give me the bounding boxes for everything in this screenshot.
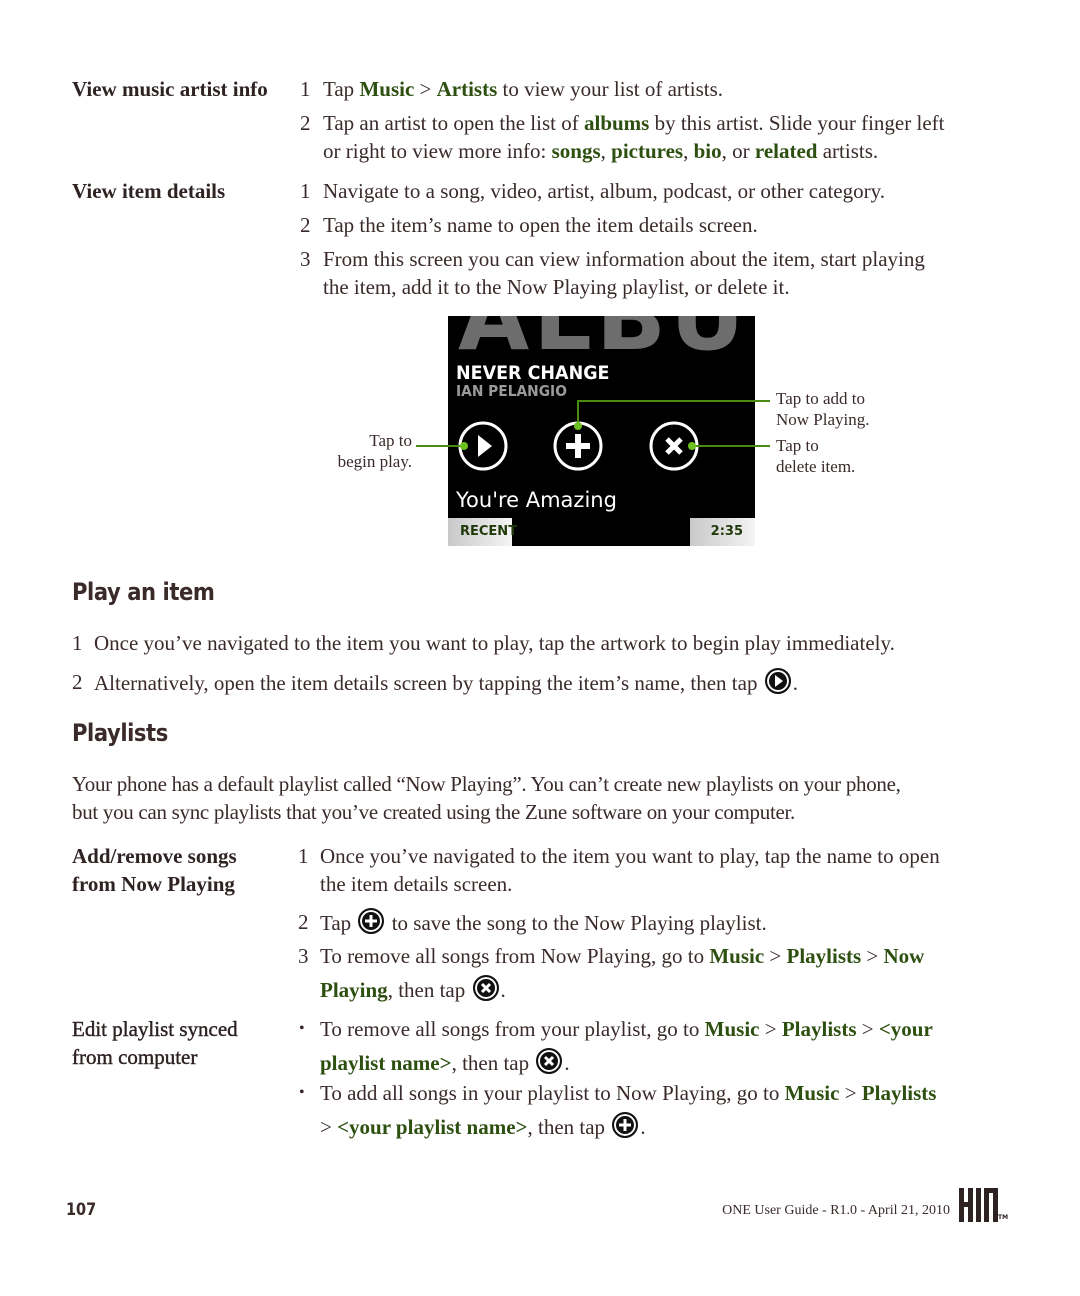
play-icon bbox=[764, 668, 791, 694]
section-label-add-remove: Add/remove songs bbox=[72, 844, 237, 868]
step-text: Alternatively, open the item details scr… bbox=[94, 668, 798, 697]
add-icon bbox=[358, 908, 385, 934]
step-text: the item details screen. bbox=[320, 872, 513, 896]
text: Tap bbox=[320, 911, 352, 935]
text: > bbox=[856, 1017, 879, 1041]
page-number: 107 bbox=[66, 1200, 97, 1220]
callout-lines bbox=[416, 400, 770, 450]
intro-text: but you can sync playlists that you’ve c… bbox=[72, 800, 795, 824]
text: > bbox=[320, 1115, 338, 1139]
text: , then tap bbox=[527, 1115, 606, 1139]
callout-play: Tap to begin play. bbox=[338, 430, 412, 472]
text: , then tap bbox=[451, 1051, 530, 1075]
step-number: 2 bbox=[72, 670, 83, 694]
bullet: • bbox=[299, 1084, 305, 1101]
step-text: Tap to save the song to the Now Playing … bbox=[320, 908, 767, 937]
text: . bbox=[564, 1051, 570, 1075]
callout-dot bbox=[688, 442, 696, 450]
text: . bbox=[640, 1115, 646, 1139]
text: . bbox=[792, 671, 798, 695]
callout-text: begin play. bbox=[337, 452, 412, 471]
menu-link-playlists[interactable]: Playlists bbox=[862, 1081, 937, 1105]
text: > bbox=[861, 944, 884, 968]
menu-link-playlists[interactable]: Playlists bbox=[782, 1017, 857, 1041]
step-number: 1 bbox=[72, 631, 83, 655]
bullet-text: To add all songs in your playlist to Now… bbox=[320, 1079, 936, 1107]
menu-link-music[interactable]: Music bbox=[705, 1017, 760, 1041]
menu-link-now-playing[interactable]: Now bbox=[884, 944, 925, 968]
text: > bbox=[764, 944, 787, 968]
text: > bbox=[759, 1017, 782, 1041]
step-text: Playing, then tap . bbox=[320, 975, 506, 1004]
menu-link-playlists[interactable]: Playlists bbox=[787, 944, 862, 968]
text: To remove all songs from your playlist, … bbox=[320, 1017, 705, 1041]
delete-icon bbox=[472, 975, 499, 1001]
menu-link-your-playlist[interactable]: playlist name> bbox=[320, 1051, 452, 1075]
text: To add all songs in your playlist to Now… bbox=[320, 1081, 785, 1105]
heading-playlists: Playlists bbox=[72, 719, 168, 747]
text: Alternatively, open the item details scr… bbox=[94, 671, 758, 695]
callout-text: Tap to bbox=[369, 431, 412, 450]
callout-line-add bbox=[577, 400, 770, 426]
step-text: Once you’ve navigated to the item you wa… bbox=[94, 631, 895, 655]
intro-text: Your phone has a default playlist called… bbox=[72, 772, 901, 796]
callout-dot bbox=[460, 442, 468, 450]
section-label-add-remove: from Now Playing bbox=[72, 872, 235, 896]
text: > bbox=[839, 1081, 862, 1105]
callout-add: Tap to add to Now Playing. bbox=[776, 388, 870, 430]
text: , then tap bbox=[387, 978, 466, 1002]
menu-link-music[interactable]: Music bbox=[709, 944, 764, 968]
callout-dot bbox=[574, 422, 582, 430]
bullet-text: playlist name>, then tap . bbox=[320, 1048, 570, 1077]
menu-link-now-playing[interactable]: Playing bbox=[320, 978, 388, 1002]
callout-text: delete item. bbox=[776, 457, 856, 476]
bullet: • bbox=[299, 1020, 305, 1037]
menu-link-your-playlist[interactable]: <your bbox=[879, 1017, 933, 1041]
callout-text: Now Playing. bbox=[776, 410, 870, 429]
step-text: To remove all songs from Now Playing, go… bbox=[320, 942, 924, 970]
kin-logo: TM bbox=[958, 1186, 1009, 1229]
step-number: 3 bbox=[298, 944, 309, 968]
add-icon bbox=[612, 1112, 639, 1138]
callout-text: Tap to bbox=[776, 436, 819, 455]
step-number: 1 bbox=[298, 844, 309, 868]
menu-link-music[interactable]: Music bbox=[785, 1081, 840, 1105]
callout-delete: Tap to delete item. bbox=[776, 435, 855, 477]
bullet-text: To remove all songs from your playlist, … bbox=[320, 1015, 933, 1043]
section-label-edit-synced: from computer bbox=[72, 1045, 198, 1069]
bullet-text: > <your playlist name>, then tap . bbox=[320, 1112, 646, 1141]
callout-text: Tap to add to bbox=[776, 389, 865, 408]
text: . bbox=[500, 978, 506, 1002]
section-label-edit-synced: Edit playlist synced bbox=[72, 1017, 238, 1041]
heading-play-an-item: Play an item bbox=[72, 578, 215, 606]
menu-link-your-playlist[interactable]: <your playlist name> bbox=[337, 1115, 527, 1139]
trademark: TM bbox=[998, 1214, 1009, 1221]
delete-icon bbox=[536, 1048, 563, 1074]
guide-footer-text: ONE User Guide - R1.0 - April 21, 2010 bbox=[722, 1203, 950, 1218]
text: to save the song to the Now Playing play… bbox=[391, 911, 767, 935]
step-text: Once you’ve navigated to the item you wa… bbox=[320, 844, 940, 868]
text: To remove all songs from Now Playing, go… bbox=[320, 944, 710, 968]
step-number: 2 bbox=[298, 910, 309, 934]
